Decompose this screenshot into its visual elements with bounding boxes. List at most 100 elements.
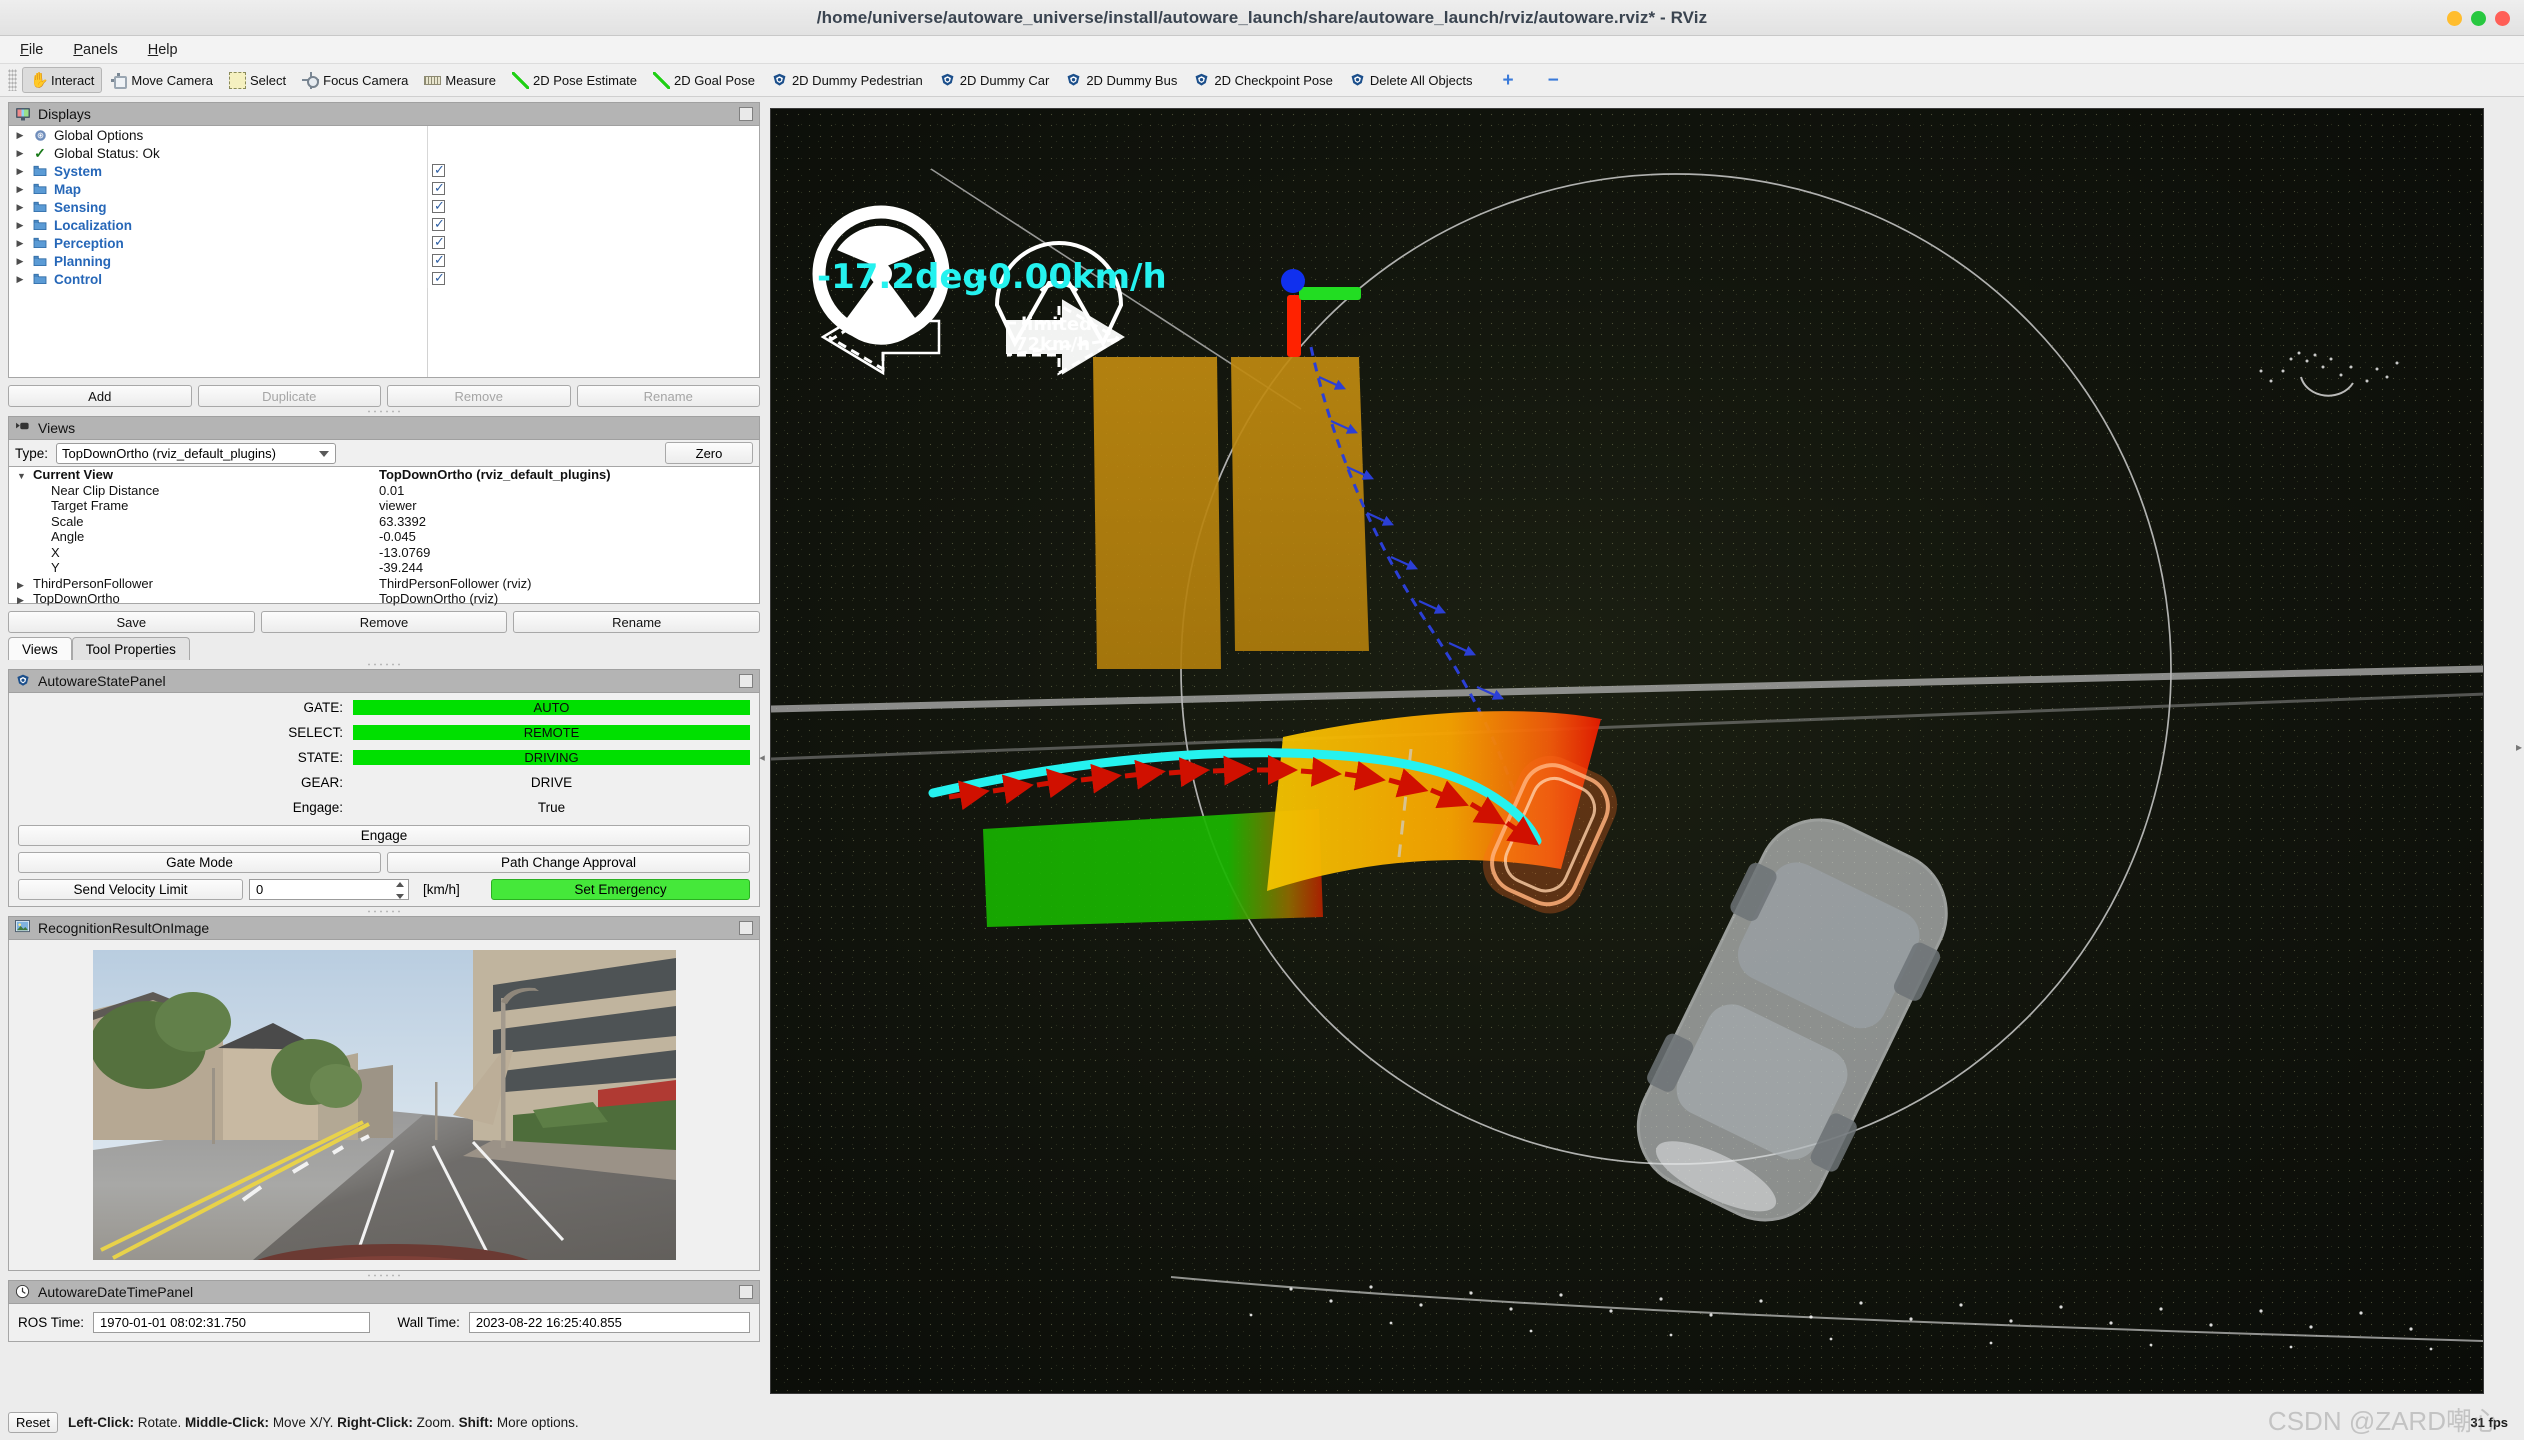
toolbar-drag-handle[interactable]	[8, 69, 17, 91]
display-row-map[interactable]: ▶ Map	[9, 180, 759, 198]
duplicate-display-button[interactable]: Duplicate	[197, 385, 381, 407]
display-row-global-status[interactable]: ▶ ✓ Global Status: Ok	[9, 144, 759, 162]
tool-select[interactable]: Select	[221, 67, 294, 93]
send-velocity-limit-button[interactable]: Send Velocity Limit	[18, 879, 243, 900]
3d-viewport[interactable]: -17.2deg -0.00km/h limited 72km/h	[770, 108, 2484, 1394]
dock-splitter[interactable]	[8, 1271, 760, 1280]
display-row-global-options[interactable]: ▶ Global Options	[9, 126, 759, 144]
reset-button[interactable]: Reset	[8, 1411, 58, 1433]
displays-tree[interactable]: ▶ Global Options ▶ ✓ Global Status: Ok ▶…	[8, 126, 760, 378]
view-right-splitter[interactable]: ▸	[2516, 740, 2522, 754]
display-row-perception[interactable]: ▶ Perception	[9, 234, 759, 252]
display-row-localization[interactable]: ▶ Localization	[9, 216, 759, 234]
expand-arrow-icon[interactable]: ▶	[9, 220, 31, 231]
tool-interact[interactable]: Interact	[22, 67, 103, 93]
expand-arrow-icon[interactable]: ▶	[9, 256, 31, 267]
display-row-planning[interactable]: ▶ Planning	[9, 252, 759, 270]
minimize-button[interactable]	[2447, 10, 2462, 26]
wall-time-field[interactable]: 2023-08-22 16:25:40.855	[468, 1312, 750, 1333]
tool-2d-dummy-car[interactable]: 2D Dummy Car	[931, 67, 1058, 93]
maximize-button[interactable]	[2471, 10, 2486, 26]
tab-views[interactable]: Views	[8, 637, 72, 660]
float-panel-button[interactable]	[739, 674, 753, 688]
rviz-window: /home/universe/autoware_universe/install…	[0, 0, 2524, 1440]
state-status-badge: DRIVING	[353, 750, 750, 765]
display-row-control[interactable]: ▶ Control	[9, 270, 759, 288]
tool-move-camera[interactable]: Move Camera	[102, 67, 221, 93]
path-change-approval-button[interactable]: Path Change Approval	[387, 852, 750, 873]
velocity-limit-value: 0	[256, 882, 264, 897]
display-checkbox[interactable]	[432, 198, 445, 214]
float-panel-button[interactable]	[739, 107, 753, 121]
spinner-arrows[interactable]	[393, 882, 406, 899]
engage-value: True	[537, 800, 566, 815]
display-checkbox[interactable]	[432, 234, 445, 250]
view-prop-row[interactable]: Angle -0.045	[9, 529, 759, 545]
tab-tool-properties[interactable]: Tool Properties	[71, 637, 190, 660]
tool-2d-goal-pose[interactable]: 2D Goal Pose	[645, 67, 763, 93]
close-button[interactable]	[2495, 10, 2510, 26]
tool-2d-checkpoint-pose[interactable]: 2D Checkpoint Pose	[1185, 67, 1341, 93]
expand-arrow-icon[interactable]: ▶	[9, 202, 31, 213]
prop-key: Near Clip Distance	[51, 482, 160, 498]
view-prop-row[interactable]: Near Clip Distance 0.01	[9, 483, 759, 499]
view-prop-row[interactable]: Scale 63.3392	[9, 514, 759, 530]
remove-tool-button[interactable]: −	[1540, 67, 1567, 93]
view-prop-row[interactable]: Target Frame viewer	[9, 498, 759, 514]
display-checkbox[interactable]	[432, 162, 445, 178]
view-prop-row[interactable]: X -13.0769	[9, 545, 759, 561]
zero-button[interactable]: Zero	[665, 442, 753, 464]
expand-arrow-icon[interactable]: ▶	[9, 166, 31, 177]
expand-arrow-icon[interactable]: ▶	[9, 130, 31, 141]
add-tool-button[interactable]: +	[1494, 67, 1521, 93]
folder-icon	[31, 183, 49, 195]
tool-2d-pose-estimate[interactable]: 2D Pose Estimate	[504, 67, 645, 93]
display-checkbox[interactable]	[432, 252, 445, 268]
dock-splitter[interactable]	[8, 907, 760, 916]
add-display-button[interactable]: Add	[8, 385, 192, 407]
expand-arrow-icon[interactable]: ▶	[9, 184, 31, 195]
ros-time-field[interactable]: 1970-01-01 08:02:31.750	[93, 1312, 371, 1333]
collapse-arrow-icon[interactable]: ▼	[17, 471, 33, 481]
menu-panels[interactable]: Panels	[69, 40, 121, 60]
rename-display-button[interactable]: Rename	[576, 385, 760, 407]
engage-button[interactable]: Engage	[18, 825, 750, 846]
view-prop-row[interactable]: ▼ Current View TopDownOrtho (rviz_default…	[9, 467, 759, 483]
menu-file[interactable]: File	[16, 40, 47, 60]
menu-help[interactable]: Help	[144, 40, 182, 60]
tool-delete-all-objects[interactable]: Delete All Objects	[1341, 67, 1481, 93]
view-prop-row[interactable]: ▶ TopDownOrtho TopDownOrtho (rviz)	[9, 591, 759, 607]
view-prop-row[interactable]: Y -39.244	[9, 560, 759, 576]
tool-2d-dummy-pedestrian[interactable]: 2D Dummy Pedestrian	[763, 67, 931, 93]
dock-view-splitter[interactable]: ◂	[756, 744, 768, 770]
dock-tabs: Views Tool Properties	[8, 637, 760, 660]
display-row-system[interactable]: ▶ System	[9, 162, 759, 180]
expand-arrow-icon[interactable]: ▶	[17, 595, 33, 606]
gate-mode-button[interactable]: Gate Mode	[18, 852, 381, 873]
expand-arrow-icon[interactable]: ▶	[9, 238, 31, 249]
dock-splitter[interactable]	[8, 660, 760, 669]
view-prop-row[interactable]: ▶ ThirdPersonFollower ThirdPersonFollower…	[9, 576, 759, 592]
mouse-hint-text: Left-Click: Rotate. Middle-Click: Move X…	[68, 1415, 579, 1430]
expand-arrow-icon[interactable]: ▶	[9, 274, 31, 285]
float-panel-button[interactable]	[739, 921, 753, 935]
tool-measure[interactable]: Measure	[416, 67, 504, 93]
float-panel-button[interactable]	[739, 1285, 753, 1299]
display-checkbox[interactable]	[432, 270, 445, 286]
velocity-limit-input[interactable]: 0	[249, 879, 409, 900]
save-view-button[interactable]: Save	[8, 611, 255, 633]
set-emergency-button[interactable]: Set Emergency	[491, 879, 750, 900]
tool-focus-camera[interactable]: Focus Camera	[294, 67, 416, 93]
display-checkbox[interactable]	[432, 216, 445, 232]
remove-display-button[interactable]: Remove	[387, 385, 571, 407]
view-type-select[interactable]: TopDownOrtho (rviz_default_plugins)	[56, 442, 337, 464]
display-row-sensing[interactable]: ▶ Sensing	[9, 198, 759, 216]
expand-arrow-icon[interactable]: ▶	[9, 148, 31, 159]
rename-view-button[interactable]: Rename	[513, 611, 761, 633]
dock-splitter[interactable]	[8, 407, 760, 416]
expand-arrow-icon[interactable]: ▶	[17, 580, 33, 591]
tool-2d-dummy-bus[interactable]: 2D Dummy Bus	[1057, 67, 1185, 93]
remove-view-button[interactable]: Remove	[260, 611, 508, 633]
display-checkbox[interactable]	[432, 180, 445, 196]
view-properties-table[interactable]: ▼ Current View TopDownOrtho (rviz_default…	[8, 466, 760, 607]
